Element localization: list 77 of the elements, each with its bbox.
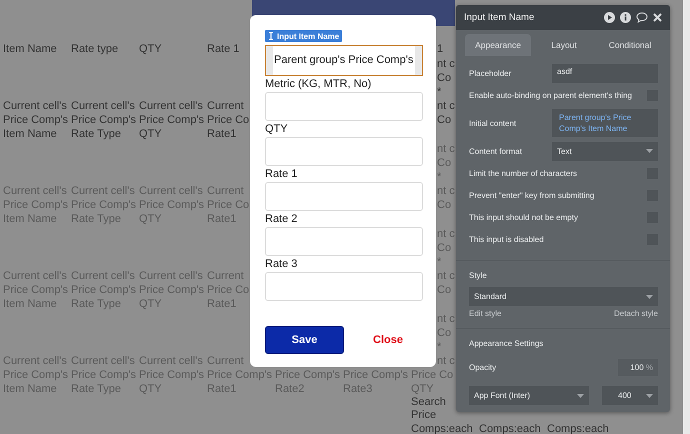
field-label: Metric (KG, MTR, No): [265, 77, 372, 91]
cell-text: *: [437, 86, 442, 98]
section-heading: Style: [469, 271, 488, 280]
cell-text: Price Co: [207, 114, 250, 126]
cell-text: Current cell's: [3, 100, 67, 112]
comment-icon[interactable]: [636, 12, 648, 23]
cell-text: nt c: [437, 58, 455, 70]
property-label: Initial content: [469, 118, 516, 128]
cell-text: Rate Type: [71, 128, 121, 140]
cell-text: *: [437, 341, 442, 353]
section-heading: Appearance Settings: [469, 339, 544, 348]
field-label: Rate 1: [265, 167, 298, 181]
column-header: Rate 1: [207, 43, 240, 55]
caret-icon: [646, 394, 653, 398]
cell-text: Current: [207, 100, 244, 112]
edit-style-link[interactable]: Edit style: [469, 309, 502, 318]
cell-text: Price Comp's: [139, 114, 204, 126]
cell-text: Comps:each: [547, 422, 609, 434]
caret-icon: [646, 149, 653, 153]
caret-icon: [646, 294, 653, 298]
font-dropdown[interactable]: App Font (Inter): [469, 386, 589, 405]
text-cursor-icon: [268, 32, 274, 40]
column-header: Item Name: [3, 43, 57, 55]
panel-tab[interactable]: Layout: [531, 34, 597, 56]
cell-text: Current cell's: [71, 100, 135, 112]
input-field[interactable]: asdf: [552, 64, 658, 82]
weight-dropdown[interactable]: 400: [602, 386, 658, 405]
property-label: Prevent "enter" key from submitting: [469, 190, 594, 200]
cell-text: *: [437, 171, 442, 183]
cell-text: Item Name: [3, 128, 57, 140]
property-label: This input is disabled: [469, 234, 544, 244]
column-header: 1: [437, 43, 444, 55]
cell-text: *: [437, 256, 442, 268]
cell-text: Rate1: [207, 128, 236, 140]
cell-text: Price Comp's: [3, 114, 68, 126]
save-button[interactable]: Save: [265, 326, 344, 354]
property-label: Content format: [469, 146, 522, 156]
cell-text: nt c: [437, 100, 455, 112]
close-button[interactable]: Close: [369, 332, 407, 348]
field-label: Rate 3: [265, 257, 298, 271]
cell-text: Price: [411, 409, 436, 422]
input-field[interactable]: Parent group's Price Comp's: [265, 45, 423, 76]
property-label: Placeholder: [469, 68, 512, 78]
cell-text: Search: [411, 396, 446, 408]
info-icon[interactable]: [620, 12, 631, 23]
play-icon[interactable]: [604, 12, 615, 23]
cell-text: Co: [437, 72, 452, 84]
property-label: Enable auto-binding on parent element's thing: [469, 90, 632, 100]
input-field[interactable]: [265, 137, 423, 166]
panel-title: Input Item Name: [464, 12, 534, 23]
element-tag: Input Item Name: [265, 30, 342, 42]
input-field[interactable]: [265, 227, 423, 256]
input-field[interactable]: [265, 272, 423, 301]
cell-text: Comps:each: [411, 422, 473, 434]
property-label: Limit the number of characters: [469, 168, 578, 178]
expression-field[interactable]: Parent group's Price Comp's Item Name: [552, 109, 658, 137]
column-header: Rate type: [71, 43, 118, 55]
column-header: QTY: [139, 43, 162, 55]
panel-tab[interactable]: Appearance: [465, 34, 531, 56]
input-field[interactable]: [265, 92, 423, 121]
cell-text: Price Comp's: [71, 114, 136, 126]
caret-icon: [577, 394, 584, 398]
opacity-field[interactable]: 100 %: [618, 359, 658, 376]
field-label: Rate 2: [265, 212, 298, 226]
field-label: QTY: [265, 122, 288, 136]
cell-text: QTY: [139, 128, 162, 140]
panel-tab[interactable]: Conditional: [597, 34, 663, 56]
cell-text: Co: [437, 114, 452, 126]
close-icon[interactable]: [653, 13, 662, 22]
cell-text: Current cell's: [139, 100, 203, 112]
cell-text: Comps:each: [479, 422, 541, 434]
input-field[interactable]: [265, 182, 423, 211]
detach-style-link[interactable]: Detach style: [614, 309, 658, 318]
style-dropdown[interactable]: Standard: [469, 287, 658, 306]
property-label: Opacity: [469, 363, 496, 372]
property-label: This input should not be empty: [469, 212, 578, 222]
format-dropdown[interactable]: Text: [552, 142, 658, 160]
